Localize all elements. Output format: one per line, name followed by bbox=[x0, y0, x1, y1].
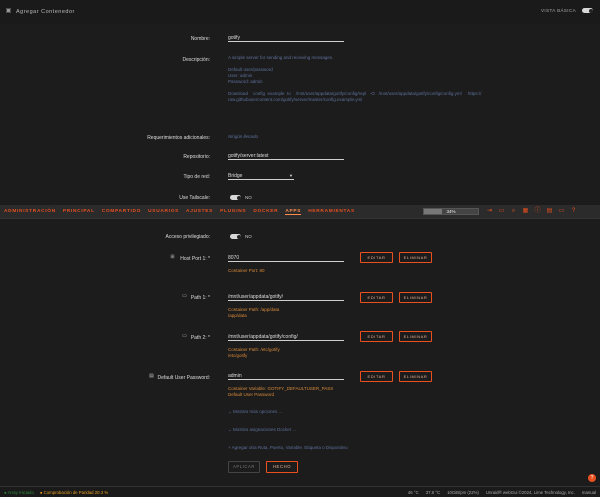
password-input[interactable]: admin bbox=[228, 373, 344, 380]
host-port-input[interactable]: 8070 bbox=[228, 255, 344, 262]
tailscale-toggle[interactable] bbox=[230, 195, 241, 200]
temp2-value: 37.8 °C bbox=[425, 490, 441, 495]
description-text: A simple server for sending and receivin… bbox=[228, 55, 578, 103]
description-line: raw.githubusercontent.com/gotify/server/… bbox=[228, 97, 363, 102]
tab-herramientas[interactable]: HERRAMIENTAS bbox=[308, 209, 355, 215]
monitor-icon[interactable]: ▭ bbox=[558, 208, 565, 215]
password-help-line: Default User Password bbox=[228, 392, 275, 397]
array-status-text: Array Iniciado bbox=[7, 490, 34, 495]
logout-icon[interactable]: ⇥ bbox=[486, 208, 493, 215]
path1-help-line: /app/data bbox=[228, 313, 247, 318]
nav-icons: ⇥ ▭ ⌕ ▦ ⓘ ▤ ▭ ? bbox=[486, 208, 577, 215]
help-icon[interactable]: ? bbox=[570, 208, 577, 215]
window-icon: ▣ bbox=[5, 8, 12, 14]
title-bar: ▣ Agregar Contenedor VISTA BÁSICA bbox=[0, 0, 600, 24]
requirements-label: Requerimientos adicionales: bbox=[147, 135, 210, 141]
help-fab-icon[interactable]: ? bbox=[588, 474, 596, 482]
apply-button[interactable]: APLICAR bbox=[228, 461, 260, 473]
copyright-text: Unraid® webGui ©2024, Lime Technology, I… bbox=[485, 490, 575, 495]
repository-input[interactable]: gotify/server:latest bbox=[228, 153, 344, 160]
path1-label: Path 1: * bbox=[190, 295, 210, 301]
terminal-icon[interactable]: ▭ bbox=[498, 208, 505, 215]
nav-tabs: ADMINISTRACIÓN PRINCIPAL COMPARTIDO USUA… bbox=[4, 209, 355, 215]
show-docker-mappings-link[interactable]: ⌄ Mostrar asignaciones Docker ... bbox=[228, 427, 296, 433]
show-more-options-text: Mostrar más opciones ... bbox=[233, 409, 283, 414]
name-label: Nombre: bbox=[190, 36, 210, 42]
notes-icon[interactable]: ▤ bbox=[546, 208, 553, 215]
tab-apps[interactable]: APPS bbox=[285, 209, 302, 215]
path1-help: Container Path: /app/data /app/data bbox=[228, 307, 279, 319]
usage-progress-text: 34% bbox=[446, 209, 456, 214]
repository-label: Repositorio: bbox=[183, 154, 210, 160]
host-port-help: Container Port: 80 bbox=[228, 268, 265, 273]
path2-label: Path 2: * bbox=[190, 335, 210, 341]
show-more-options-link[interactable]: ⌄ Mostrar más opciones ... bbox=[228, 409, 282, 415]
tailscale-value: NO bbox=[245, 195, 252, 200]
tab-plugins[interactable]: PLUGINS bbox=[220, 209, 246, 215]
tab-usuarios[interactable]: USUARIOS bbox=[148, 209, 179, 215]
tab-principal[interactable]: PRINCIPAL bbox=[63, 209, 95, 215]
privileged-label: Acceso privilegiado: bbox=[165, 234, 210, 240]
path2-delete-button[interactable]: ELIMINAR bbox=[399, 331, 432, 342]
info-icon[interactable]: ⓘ bbox=[534, 208, 541, 215]
memory-value: 10GiB/pm (22%) bbox=[447, 490, 479, 495]
main-nav: ADMINISTRACIÓN PRINCIPAL COMPARTIDO USUA… bbox=[0, 205, 600, 219]
array-status: ● Array Iniciado bbox=[4, 490, 34, 495]
name-input[interactable]: gotify bbox=[228, 35, 344, 42]
path2-help-line: /etc/gotify bbox=[228, 353, 248, 358]
manual-link[interactable]: manual bbox=[582, 490, 596, 495]
path2-edit-button[interactable]: EDITAR bbox=[360, 331, 393, 342]
password-delete-button[interactable]: ELIMINAR bbox=[399, 371, 432, 382]
show-docker-mappings-text: Mostrar asignaciones Docker ... bbox=[233, 427, 297, 432]
host-port-label: Host Port 1: * bbox=[180, 256, 210, 262]
password-help: Container Variable: GOTIFY_DEFAULTUSER_P… bbox=[228, 386, 333, 398]
add-mapping-text: Agregar otra Ruta, Puerto, Variable, Eti… bbox=[231, 445, 348, 450]
network-type-select[interactable]: Bridge ▼ bbox=[228, 173, 294, 180]
description-label: Descripción: bbox=[182, 57, 210, 63]
chevron-down-icon: ▼ bbox=[289, 173, 293, 178]
network-type-label: Tipo de red: bbox=[183, 174, 211, 180]
host-port-edit-button[interactable]: EDITAR bbox=[360, 252, 393, 263]
status-bar: ● Array Iniciado ● Comprobación de Parid… bbox=[0, 486, 600, 497]
parity-status-text: Comprobación de Paridad 20.3 % bbox=[43, 490, 109, 495]
view-mode-label: VISTA BÁSICA bbox=[541, 8, 576, 13]
path2-input[interactable]: /mnt/user/appdata/gotify/config/ bbox=[228, 334, 344, 341]
path2-help: Container Path: /etc/gotify /etc/gotify bbox=[228, 347, 280, 359]
path1-edit-button[interactable]: EDITAR bbox=[360, 292, 393, 303]
search-icon[interactable]: ⌕ bbox=[510, 208, 517, 215]
privileged-toggle[interactable] bbox=[230, 234, 241, 239]
temp1-value: 46 °C bbox=[407, 490, 419, 495]
usage-progress-bar: 34% bbox=[423, 208, 479, 215]
page-title: Agregar Contenedor bbox=[16, 8, 75, 15]
requirements-value: Ningún llenado bbox=[228, 134, 259, 139]
tailscale-label: Use Tailscale: bbox=[179, 195, 210, 201]
tab-docker[interactable]: DOCKER bbox=[253, 209, 278, 215]
path1-input[interactable]: /mnt/user/appdata/gotify/ bbox=[228, 294, 344, 301]
parity-status: ● Comprobación de Paridad 20.3 % bbox=[39, 490, 109, 495]
password-label: Default User Password: bbox=[157, 375, 210, 381]
view-mode-toggle[interactable] bbox=[582, 8, 593, 13]
grid-icon[interactable]: ▦ bbox=[522, 208, 529, 215]
add-mapping-link[interactable]: + Agregar otra Ruta, Puerto, Variable, E… bbox=[228, 445, 348, 450]
path1-delete-button[interactable]: ELIMINAR bbox=[399, 292, 432, 303]
privileged-value: NO bbox=[245, 234, 252, 239]
password-edit-button[interactable]: EDITAR bbox=[360, 371, 393, 382]
tab-administracion[interactable]: ADMINISTRACIÓN bbox=[4, 209, 56, 215]
tab-compartido[interactable]: COMPARTIDO bbox=[102, 209, 141, 215]
done-button[interactable]: HECHO bbox=[266, 461, 298, 473]
network-type-value: Bridge bbox=[228, 173, 243, 179]
host-port-delete-button[interactable]: ELIMINAR bbox=[399, 252, 432, 263]
tab-ajustes[interactable]: AJUSTES bbox=[186, 209, 213, 215]
